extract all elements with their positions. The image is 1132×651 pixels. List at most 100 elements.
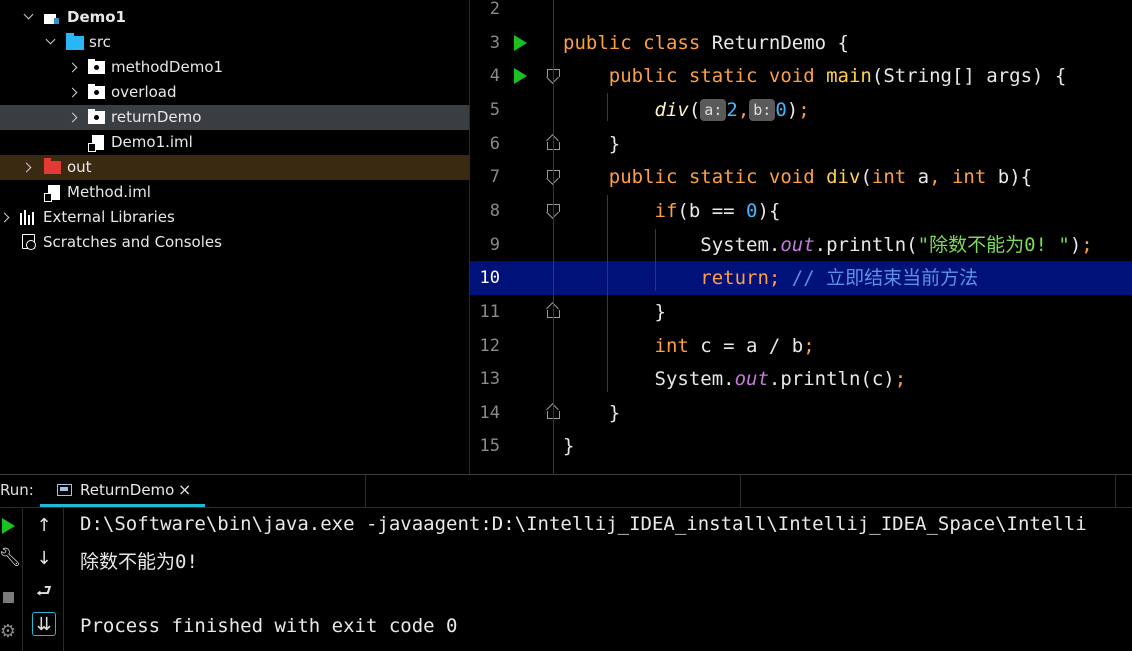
library-bar xyxy=(32,212,34,225)
line-number[interactable]: 4 xyxy=(470,59,500,93)
tree-item-external-libraries[interactable]: External Libraries xyxy=(0,205,469,230)
chevron-right-icon[interactable] xyxy=(0,205,14,230)
parameter-hint: a: xyxy=(700,98,727,121)
line-number[interactable]: 5 xyxy=(470,93,500,127)
code-token: int xyxy=(871,166,918,189)
code-token: div xyxy=(826,166,861,189)
code-line[interactable]: 8 if(b == 0){ xyxy=(470,194,1132,228)
scroll-to-end-icon[interactable]: ⇊ xyxy=(32,612,56,636)
code-line[interactable]: 15} xyxy=(470,429,1132,463)
code-token: public class xyxy=(563,31,712,54)
code-token: ; xyxy=(1081,233,1093,256)
code-line[interactable]: 10 return; // 立即结束当前方法 xyxy=(470,261,1132,296)
run-gutter-icon[interactable] xyxy=(514,34,527,51)
code-token: } xyxy=(563,401,621,424)
code-line[interactable]: 3 public class ReturnDemo { xyxy=(470,26,1132,60)
code-token: c = a / b xyxy=(700,334,804,357)
code-text: public class ReturnDemo { xyxy=(563,26,849,60)
code-line[interactable]: 9 System.out.println("除数不能为0! "); xyxy=(470,228,1132,262)
code-token: public static void xyxy=(608,65,827,88)
parameter-hint: b: xyxy=(749,98,776,121)
code-token: a xyxy=(917,166,930,189)
code-token: ; xyxy=(798,98,810,121)
code-line[interactable]: 14 } xyxy=(470,396,1132,430)
rerun-icon[interactable] xyxy=(2,518,15,534)
close-tab-icon[interactable]: × xyxy=(178,480,191,499)
line-number[interactable]: 12 xyxy=(470,329,500,363)
chevron-right-icon[interactable] xyxy=(68,105,82,130)
tree-item-returndemo[interactable]: returnDemo xyxy=(0,105,469,130)
console-line: 除数不能为0! xyxy=(80,551,198,573)
code-text: } xyxy=(563,127,620,161)
code-text: } xyxy=(563,295,666,329)
code-token: , xyxy=(737,98,750,121)
code-text: } xyxy=(563,429,574,463)
code-token: .println(c) xyxy=(768,368,895,391)
code-token: if xyxy=(654,199,678,222)
tree-item-method-iml[interactable]: Method.iml xyxy=(0,180,469,205)
wrench-icon[interactable]: 🔧︎ xyxy=(0,546,22,570)
code-line[interactable]: 4 public static void main(String[] args)… xyxy=(470,59,1132,93)
run-gutter-icon[interactable] xyxy=(514,68,527,85)
library-icon xyxy=(20,210,38,225)
tree-item-demo1-iml[interactable]: Demo1.iml xyxy=(0,130,469,155)
tree-item-methoddemo1[interactable]: methodDemo1 xyxy=(0,55,469,80)
chevron-right-icon[interactable] xyxy=(68,55,82,80)
run-tab-label: ReturnDemo xyxy=(80,481,175,499)
arrow-down-icon[interactable]: ↓ xyxy=(32,547,56,571)
chevron-right-icon[interactable] xyxy=(68,80,82,105)
code-line[interactable]: 2 xyxy=(470,0,1132,26)
tree-item-label: overload xyxy=(111,83,177,101)
code-line[interactable]: 5 div(a: 2, b: 0); xyxy=(470,93,1132,127)
code-token: ) xyxy=(786,98,799,121)
tree-item-label: Scratches and Consoles xyxy=(43,233,222,251)
tree-item-src[interactable]: src xyxy=(0,30,469,55)
code-line[interactable]: 11 } xyxy=(470,295,1132,329)
tree-item-out[interactable]: out xyxy=(0,155,469,180)
line-number[interactable]: 14 xyxy=(470,396,500,430)
line-number[interactable]: 8 xyxy=(470,194,500,228)
tree-item-label: Demo1 xyxy=(67,8,126,26)
code-line[interactable]: 7 public static void div(int a, int b){ xyxy=(470,160,1132,194)
code-token: , int xyxy=(929,166,998,189)
arrow-up-icon[interactable]: ↑ xyxy=(32,514,56,538)
library-bar xyxy=(24,210,26,225)
code-line[interactable]: 12 int c = a / b; xyxy=(470,329,1132,363)
line-number[interactable]: 6 xyxy=(470,127,500,161)
tree-item-demo1[interactable]: Demo1 xyxy=(0,5,469,30)
code-token: } xyxy=(563,435,575,458)
settings-gear-icon[interactable]: ⚙ xyxy=(0,620,20,644)
indent-guide xyxy=(607,93,608,121)
chevron-down-icon[interactable] xyxy=(44,30,58,55)
chevron-down-icon[interactable] xyxy=(22,5,36,30)
code-line[interactable]: 6 } xyxy=(470,127,1132,161)
code-token: } xyxy=(563,132,621,155)
code-token: out xyxy=(734,368,769,391)
package-icon xyxy=(88,59,105,74)
excluded-folder-icon xyxy=(44,158,61,174)
line-number[interactable]: 3 xyxy=(470,26,500,60)
tree-item-label: src xyxy=(89,33,111,51)
code-token: b){ xyxy=(997,166,1033,189)
tree-item-overload[interactable]: overload xyxy=(0,80,469,105)
chevron-right-icon[interactable] xyxy=(22,155,36,180)
line-number[interactable]: 13 xyxy=(470,362,500,396)
line-number[interactable]: 11 xyxy=(470,295,500,329)
code-token: ( xyxy=(688,98,701,121)
stop-icon[interactable] xyxy=(3,592,14,603)
code-text: public static void div(int a, int b){ xyxy=(563,160,1032,194)
tree-item-scratches-and-consoles[interactable]: Scratches and Consoles xyxy=(0,230,469,255)
code-editor[interactable]: 15} 14 } 13 System.out.println(c); 12 int c… xyxy=(470,0,1132,474)
line-number[interactable]: 2 xyxy=(470,0,500,26)
header-separator xyxy=(740,475,741,508)
run-tool-window-header: Run: ReturnDemo × xyxy=(0,474,1132,508)
console-output[interactable]: D:\Software\bin\java.exe -javaagent:D:\I… xyxy=(64,508,1132,651)
soft-wrap-icon[interactable]: ⮐ xyxy=(32,580,56,604)
line-number[interactable]: 15 xyxy=(470,429,500,463)
line-number[interactable]: 7 xyxy=(470,160,500,194)
line-number[interactable]: 10 xyxy=(470,261,500,295)
code-line[interactable]: 13 System.out.println(c); xyxy=(470,362,1132,396)
line-number[interactable]: 9 xyxy=(470,228,500,262)
